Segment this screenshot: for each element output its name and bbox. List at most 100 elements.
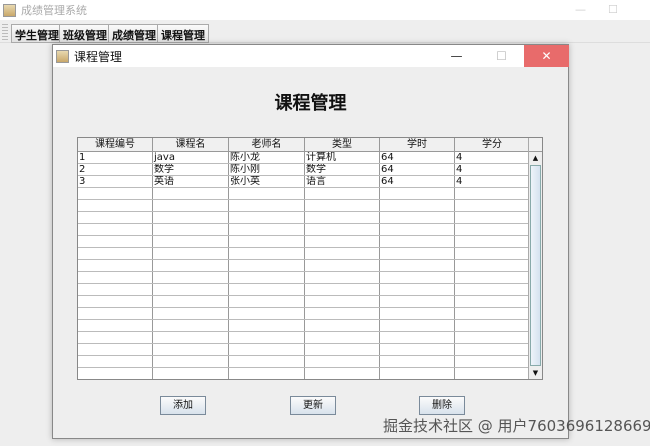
table-cell[interactable]: 64 [380, 164, 455, 175]
table-cell[interactable]: 4 [455, 164, 530, 175]
table-cell[interactable] [229, 284, 305, 295]
empty-table-row[interactable] [78, 272, 542, 284]
minimize-button[interactable]: — [434, 45, 479, 67]
table-cell[interactable] [229, 320, 305, 331]
table-cell[interactable]: 64 [380, 176, 455, 187]
table-cell[interactable] [380, 260, 455, 271]
table-cell[interactable] [380, 224, 455, 235]
column-header[interactable]: 学时 [380, 138, 455, 151]
table-cell[interactable] [78, 224, 153, 235]
table-cell[interactable] [380, 356, 455, 367]
table-cell[interactable] [78, 272, 153, 283]
column-header[interactable]: 课程编号 [78, 138, 153, 151]
table-cell[interactable] [305, 224, 380, 235]
table-cell[interactable] [455, 368, 530, 379]
table-cell[interactable] [78, 344, 153, 355]
table-cell[interactable]: 计算机 [305, 152, 380, 163]
table-cell[interactable] [153, 272, 229, 283]
table-cell[interactable] [78, 296, 153, 307]
table-cell[interactable] [153, 344, 229, 355]
table-cell[interactable] [380, 308, 455, 319]
table-row[interactable]: 2 数学 陈小刚 数学 64 4 [78, 164, 542, 176]
table-cell[interactable]: 数学 [153, 164, 229, 175]
table-cell[interactable] [229, 272, 305, 283]
column-header[interactable]: 老师名 [229, 138, 305, 151]
table-cell[interactable] [380, 200, 455, 211]
table-cell[interactable] [229, 248, 305, 259]
table-cell[interactable] [455, 356, 530, 367]
empty-table-row[interactable] [78, 260, 542, 272]
table-cell[interactable] [78, 368, 153, 379]
table-cell[interactable] [305, 248, 380, 259]
table-cell[interactable] [153, 200, 229, 211]
table-cell[interactable] [78, 356, 153, 367]
table-cell[interactable] [153, 212, 229, 223]
table-cell[interactable]: 1 [78, 152, 153, 163]
table-cell[interactable] [153, 248, 229, 259]
table-cell[interactable] [78, 236, 153, 247]
table-cell[interactable] [305, 284, 380, 295]
table-cell[interactable] [153, 260, 229, 271]
empty-table-row[interactable] [78, 368, 542, 379]
table-cell[interactable] [455, 188, 530, 199]
table-cell[interactable] [305, 272, 380, 283]
column-header[interactable]: 类型 [305, 138, 380, 151]
table-cell[interactable]: 2 [78, 164, 153, 175]
table-cell[interactable] [305, 308, 380, 319]
table-cell[interactable]: 64 [380, 152, 455, 163]
table-cell[interactable] [455, 308, 530, 319]
table-cell[interactable] [153, 284, 229, 295]
table-row[interactable]: 1 java 陈小龙 计算机 64 4 [78, 152, 542, 164]
table-cell[interactable] [229, 344, 305, 355]
table-cell[interactable] [455, 200, 530, 211]
table-cell[interactable] [305, 356, 380, 367]
course-table[interactable]: 课程编号 课程名 老师名 类型 学时 学分 1 java 陈小龙 计算机 64 4 2 数学陈… [77, 137, 543, 380]
table-cell[interactable] [455, 320, 530, 331]
empty-table-row[interactable] [78, 320, 542, 332]
empty-table-row[interactable] [78, 356, 542, 368]
add-button[interactable]: 添加 [160, 396, 206, 415]
table-cell[interactable] [229, 308, 305, 319]
empty-table-row[interactable] [78, 224, 542, 236]
app-minimize-button[interactable]: — [575, 3, 586, 16]
table-cell[interactable] [380, 188, 455, 199]
empty-table-row[interactable] [78, 200, 542, 212]
table-cell[interactable] [455, 344, 530, 355]
table-cell[interactable] [455, 296, 530, 307]
table-cell[interactable] [78, 320, 153, 331]
empty-table-row[interactable] [78, 344, 542, 356]
table-cell[interactable]: 3 [78, 176, 153, 187]
table-cell[interactable] [78, 308, 153, 319]
table-cell[interactable] [380, 212, 455, 223]
table-cell[interactable] [305, 332, 380, 343]
toolbar-class-button[interactable]: 班级管理 [59, 24, 111, 43]
toolbar-grip[interactable] [2, 24, 8, 41]
table-cell[interactable] [153, 332, 229, 343]
table-row[interactable]: 3 英语 张小英 语言 64 4 [78, 176, 542, 188]
empty-table-row[interactable] [78, 212, 542, 224]
table-cell[interactable] [153, 308, 229, 319]
empty-table-row[interactable] [78, 236, 542, 248]
close-button[interactable]: ✕ [524, 45, 569, 67]
table-cell[interactable] [229, 356, 305, 367]
table-cell[interactable] [380, 248, 455, 259]
table-cell[interactable] [305, 188, 380, 199]
toolbar-student-button[interactable]: 学生管理 [11, 24, 63, 43]
table-cell[interactable] [305, 212, 380, 223]
empty-table-row[interactable] [78, 308, 542, 320]
table-cell[interactable] [229, 332, 305, 343]
maximize-button[interactable]: ☐ [479, 45, 524, 67]
column-header[interactable]: 学分 [455, 138, 530, 151]
table-cell[interactable] [78, 284, 153, 295]
update-button[interactable]: 更新 [290, 396, 336, 415]
table-cell[interactable]: 张小英 [229, 176, 305, 187]
table-cell[interactable] [455, 260, 530, 271]
table-cell[interactable] [153, 236, 229, 247]
table-cell[interactable] [380, 368, 455, 379]
table-cell[interactable] [380, 296, 455, 307]
table-cell[interactable] [455, 248, 530, 259]
table-cell[interactable] [153, 368, 229, 379]
empty-table-row[interactable] [78, 296, 542, 308]
table-cell[interactable] [153, 224, 229, 235]
table-cell[interactable] [455, 224, 530, 235]
